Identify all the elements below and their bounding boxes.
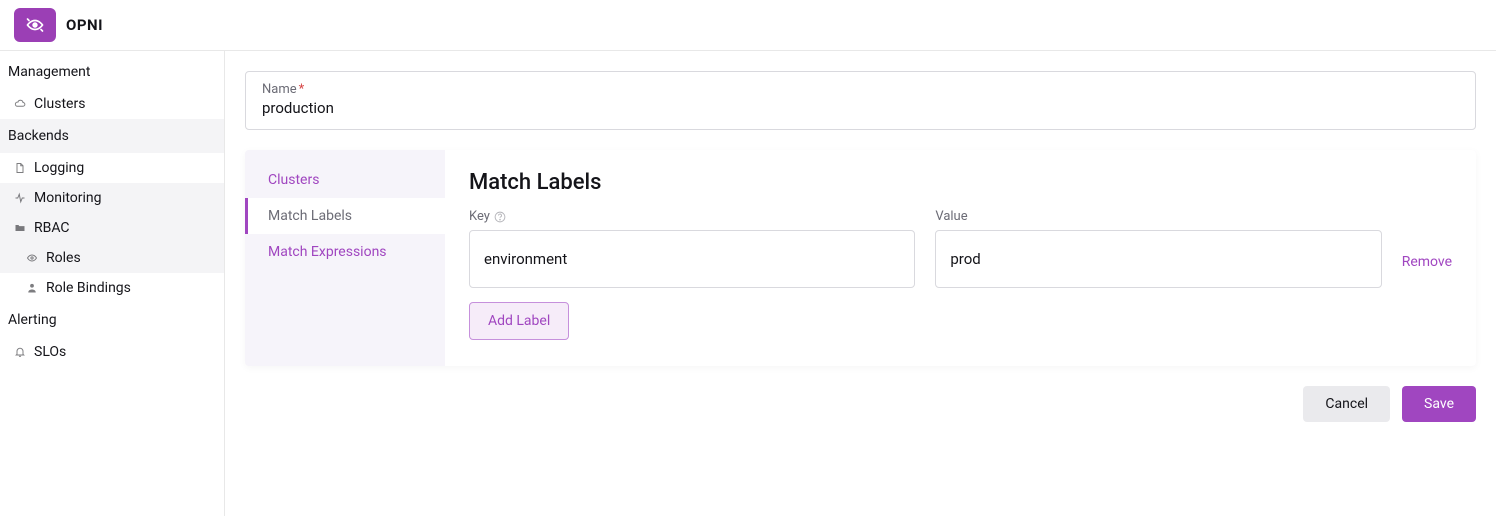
folder-icon: [14, 222, 28, 234]
cancel-button[interactable]: Cancel: [1303, 386, 1390, 422]
file-icon: [14, 162, 28, 174]
nav-item-label: Roles: [46, 250, 81, 266]
tab-clusters[interactable]: Clusters: [245, 162, 445, 198]
nav-item-slos[interactable]: SLOs: [0, 337, 224, 367]
key-label: Key: [469, 209, 915, 224]
tab-list: ClustersMatch LabelsMatch Expressions: [245, 150, 445, 366]
nav-group-header[interactable]: Alerting: [0, 303, 224, 337]
name-label: Name*: [262, 82, 1459, 97]
nav-item-label: Role Bindings: [46, 280, 131, 296]
eye-icon: [26, 252, 40, 264]
save-button[interactable]: Save: [1402, 386, 1476, 422]
nav-item-role-bindings[interactable]: Role Bindings: [0, 273, 224, 303]
main-content: Name* ClustersMatch LabelsMatch Expressi…: [225, 51, 1496, 516]
tab-match-expressions[interactable]: Match Expressions: [245, 234, 445, 270]
pulse-icon: [14, 192, 28, 204]
tab-match-labels[interactable]: Match Labels: [245, 198, 445, 234]
value-label: Value: [935, 209, 1381, 224]
nav-item-label: Logging: [34, 160, 84, 176]
remove-button[interactable]: Remove: [1402, 254, 1452, 288]
brand-name: OPNI: [66, 16, 103, 34]
nav-item-label: Clusters: [34, 96, 85, 112]
nav-item-logging[interactable]: Logging: [0, 153, 224, 183]
nav-item-label: RBAC: [34, 220, 70, 236]
add-label-button[interactable]: Add Label: [469, 302, 569, 340]
nav-item-monitoring[interactable]: Monitoring: [0, 183, 224, 213]
footer-actions: Cancel Save: [245, 386, 1476, 422]
nav-group-header[interactable]: Backends: [0, 119, 224, 153]
name-field-container[interactable]: Name*: [245, 71, 1476, 130]
nav-item-roles[interactable]: Roles: [0, 243, 224, 273]
tab-content: Match Labels Key Value Remove: [445, 150, 1476, 366]
match-labels-heading: Match Labels: [469, 170, 1452, 195]
nav-item-label: Monitoring: [34, 190, 102, 206]
bell-icon: [14, 346, 28, 358]
nav-item-clusters[interactable]: Clusters: [0, 89, 224, 119]
sidebar: Management Clusters Backends Logging Monitor…: [0, 51, 225, 516]
key-input[interactable]: [469, 230, 915, 288]
user-icon: [26, 282, 40, 294]
cloud-icon: [14, 98, 28, 110]
help-icon: [494, 211, 506, 223]
logo-icon: [14, 8, 56, 42]
name-input[interactable]: [262, 97, 1459, 117]
tabbed-panel: ClustersMatch LabelsMatch Expressions Ma…: [245, 150, 1476, 366]
nav-item-label: SLOs: [34, 344, 66, 360]
value-input[interactable]: [935, 230, 1381, 288]
label-row: Key Value Remove: [469, 209, 1452, 288]
header: OPNI: [0, 0, 1496, 51]
nav-item-rbac[interactable]: RBAC: [0, 213, 224, 243]
nav-group-header[interactable]: Management: [0, 55, 224, 89]
